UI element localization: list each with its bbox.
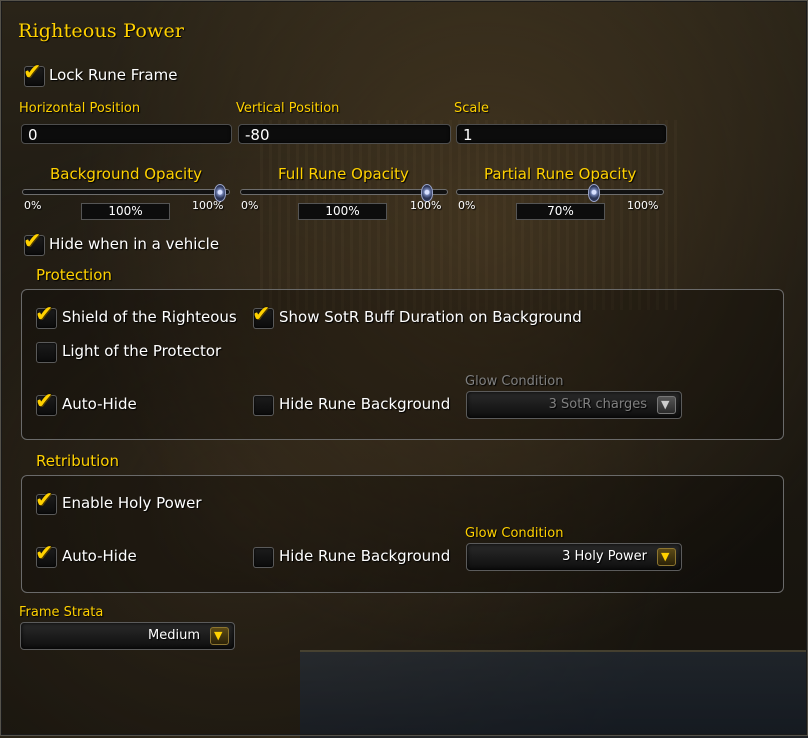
- checkmark-icon: ✔: [23, 229, 42, 254]
- checkmark-icon: ✔: [35, 541, 54, 566]
- slider-value-box[interactable]: 70%: [516, 203, 605, 220]
- dropdown-button[interactable]: ▼: [657, 396, 676, 414]
- sotr-buff-label: Show SotR Buff Duration on Background: [279, 308, 582, 326]
- scale-label: Scale: [454, 101, 489, 116]
- protection-glow-label: Glow Condition: [465, 374, 564, 389]
- slider-min-label: 0%: [241, 199, 259, 212]
- slider-max-label: 100%: [410, 199, 442, 212]
- vertical-position-input[interactable]: -80: [238, 124, 451, 144]
- light-protector-label: Light of the Protector: [62, 342, 222, 360]
- slider-track[interactable]: [456, 184, 664, 202]
- checkmark-icon: ✔: [35, 488, 54, 513]
- slider-label: Partial Rune Opacity: [484, 165, 637, 183]
- checkmark-icon: ✔: [252, 302, 271, 327]
- panel-title: Righteous Power: [18, 20, 185, 42]
- enable-holy-power-checkbox[interactable]: ✔: [35, 488, 57, 515]
- scale-input[interactable]: 1: [456, 124, 667, 144]
- frame-strata-dropdown[interactable]: Medium ▼: [20, 622, 235, 650]
- slider-track[interactable]: [240, 184, 448, 202]
- retribution-auto-hide-checkbox[interactable]: ✔: [35, 541, 57, 568]
- sotr-buff-checkbox[interactable]: ✔: [252, 302, 274, 329]
- protection-hide-bg-checkbox[interactable]: [253, 395, 274, 416]
- retribution-glow-dropdown[interactable]: 3 Holy Power ▼: [466, 543, 682, 571]
- slider-label: Background Opacity: [50, 165, 202, 183]
- retribution-header: Retribution: [36, 452, 119, 470]
- shield-righteous-checkbox[interactable]: ✔: [35, 302, 57, 329]
- slider-thumb[interactable]: [587, 184, 600, 202]
- chevron-down-icon: ▼: [214, 629, 223, 642]
- slider-value-box[interactable]: 100%: [298, 203, 387, 220]
- slider-track[interactable]: [22, 184, 230, 202]
- slider-min-label: 0%: [458, 199, 476, 212]
- lock-rune-frame-checkbox[interactable]: ✔: [23, 60, 45, 87]
- checkmark-icon: ✔: [23, 60, 42, 85]
- retribution-glow-label: Glow Condition: [465, 526, 564, 541]
- dropdown-value: 3 Holy Power: [562, 549, 647, 564]
- slider-min-label: 0%: [24, 199, 42, 212]
- shield-righteous-label: Shield of the Righteous: [62, 308, 237, 326]
- retribution-hide-bg-checkbox[interactable]: [253, 547, 274, 568]
- protection-auto-hide-checkbox[interactable]: ✔: [35, 389, 57, 416]
- chevron-down-icon: ▼: [661, 550, 670, 563]
- chevron-down-icon: ▼: [661, 398, 670, 411]
- protection-glow-dropdown[interactable]: 3 SotR charges ▼: [466, 391, 682, 419]
- retribution-hide-bg-label: Hide Rune Background: [279, 547, 451, 565]
- slider-label: Full Rune Opacity: [278, 165, 409, 183]
- hide-vehicle-label: Hide when in a vehicle: [49, 235, 220, 253]
- horizontal-position-label: Horizontal Position: [19, 101, 141, 116]
- checkmark-icon: ✔: [35, 389, 54, 414]
- vertical-position-label: Vertical Position: [236, 101, 340, 116]
- dropdown-button[interactable]: ▼: [657, 548, 676, 566]
- checkmark-icon: ✔: [35, 302, 54, 327]
- frame-strata-label: Frame Strata: [19, 605, 104, 620]
- retribution-group: [21, 475, 784, 593]
- horizontal-position-input[interactable]: 0: [21, 124, 232, 144]
- slider-max-label: 100%: [627, 199, 659, 212]
- slider-max-label: 100%: [192, 199, 224, 212]
- retribution-auto-hide-label: Auto-Hide: [62, 547, 137, 565]
- light-protector-checkbox[interactable]: [36, 342, 57, 363]
- dropdown-value: Medium: [148, 628, 200, 643]
- lock-rune-frame-label: Lock Rune Frame: [49, 66, 178, 84]
- dropdown-button[interactable]: ▼: [210, 627, 229, 645]
- protection-hide-bg-label: Hide Rune Background: [279, 395, 451, 413]
- hide-vehicle-checkbox[interactable]: ✔: [23, 229, 45, 256]
- enable-holy-power-label: Enable Holy Power: [62, 494, 202, 512]
- slider-value-box[interactable]: 100%: [81, 203, 170, 220]
- protection-header: Protection: [36, 266, 112, 284]
- dropdown-value: 3 SotR charges: [548, 397, 647, 412]
- protection-auto-hide-label: Auto-Hide: [62, 395, 137, 413]
